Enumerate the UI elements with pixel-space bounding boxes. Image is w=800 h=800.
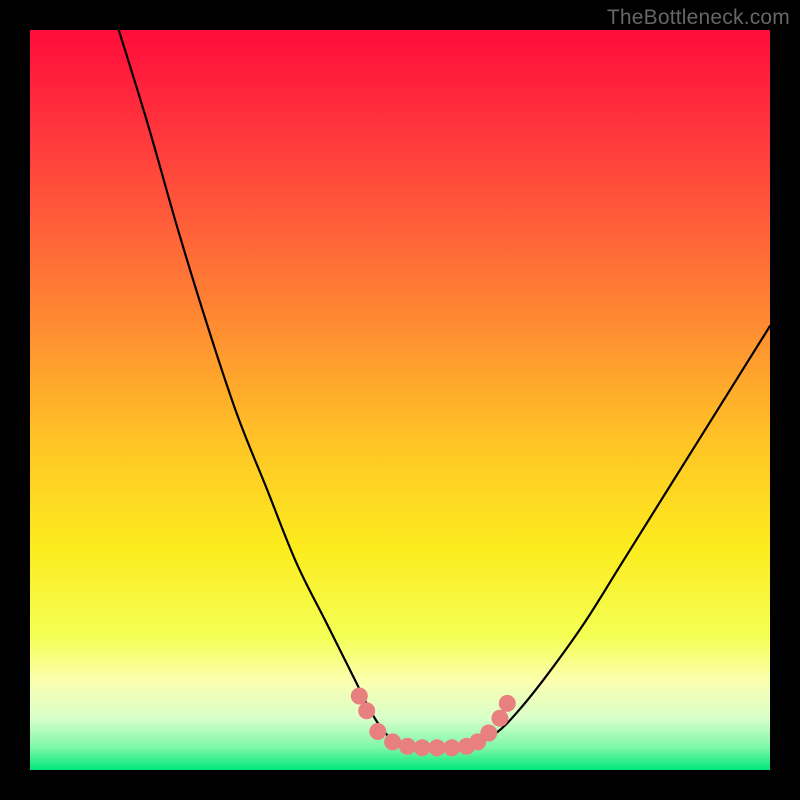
highlight-dot [499,695,516,712]
highlight-dot [358,702,375,719]
watermark-text: TheBottleneck.com [607,6,790,30]
outer-frame: TheBottleneck.com [0,0,800,800]
highlight-dots [351,688,516,757]
highlight-dot [384,733,401,750]
highlight-dot [443,739,460,756]
highlight-dot [429,739,446,756]
bottleneck-curve [119,30,770,748]
highlight-dot [351,688,368,705]
highlight-dot [491,710,508,727]
chart-curve-layer [30,30,770,770]
highlight-dot [414,739,431,756]
highlight-dot [480,725,497,742]
highlight-dot [369,723,386,740]
plot-area [30,30,770,770]
highlight-dot [399,738,416,755]
